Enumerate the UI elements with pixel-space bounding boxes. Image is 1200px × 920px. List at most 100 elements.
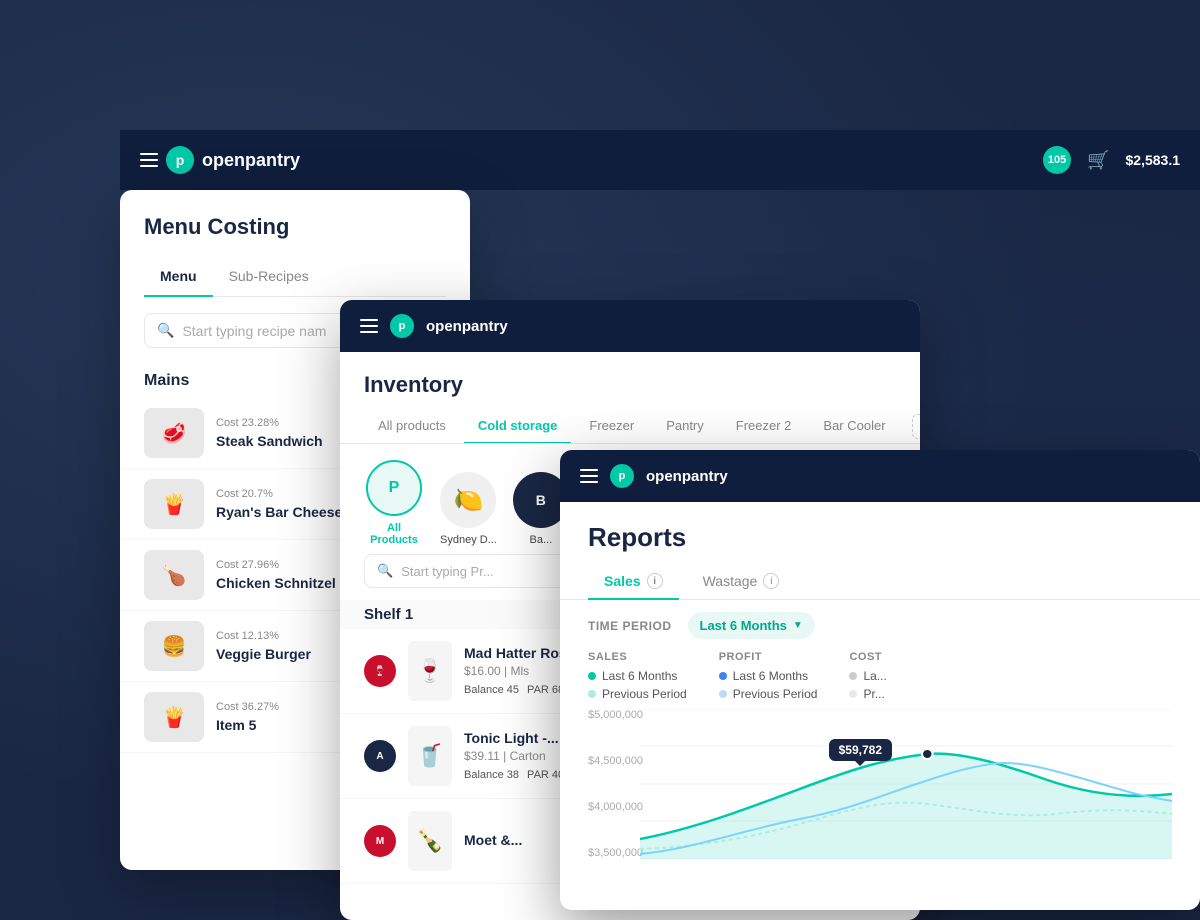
legend-dot-gray-light [849, 690, 857, 698]
menu-item-image: 🍔 [144, 621, 204, 671]
y-label: $5,000,000 [588, 709, 643, 721]
food-emoji: 🍟 [144, 479, 204, 529]
legend-item: Previous Period [719, 687, 818, 701]
legend-dot-teal-light [588, 690, 596, 698]
food-emoji: 🥩 [144, 408, 204, 458]
sales-info-icon[interactable]: i [647, 573, 663, 589]
search-icon: 🔍 [157, 322, 174, 339]
inv-par: PAR 68 [527, 684, 564, 696]
wastage-info-icon[interactable]: i [763, 573, 779, 589]
menu-item-image: 🍗 [144, 550, 204, 600]
menu-costing-title: Menu Costing [144, 214, 446, 240]
menu-item-image: 🍟 [144, 479, 204, 529]
reports-panel: p openpantry Reports Sales i Wastage i T… [560, 450, 1200, 910]
rep-logo-text: openpantry [646, 468, 728, 485]
menu-item-image: 🍟 [144, 692, 204, 742]
legend-item: Previous Period [588, 687, 687, 701]
legend-item: Pr... [849, 687, 886, 701]
legend-label: Previous Period [733, 687, 818, 701]
inv-tab-cold-storage[interactable]: Cold storage [464, 410, 571, 443]
legend-cost-title: COST [849, 651, 886, 663]
legend-sales-title: SALES [588, 651, 687, 663]
inv-tab-freezer[interactable]: Freezer [575, 410, 648, 443]
legend-label: Last 6 Months [733, 669, 808, 683]
legend-dot-teal [588, 672, 596, 680]
legend-label: Last 6 Months [602, 669, 677, 683]
nav-right: 105 🛒 $2,583.1 [1043, 146, 1180, 174]
legend-label: Previous Period [602, 687, 687, 701]
y-label: $4,000,000 [588, 801, 643, 813]
menu-costing-tabs: Menu Sub-Recipes [144, 260, 446, 297]
inventory-tabs: All products Cold storage Freezer Pantry… [340, 410, 920, 444]
legend-cost: COST La... Pr... [849, 651, 886, 701]
inv-tab-freezer2[interactable]: Freezer 2 [722, 410, 806, 443]
inv-par: PAR 40 [527, 769, 564, 781]
time-period-label: TIME PERIOD [588, 619, 672, 633]
legend-profit: PROFIT Last 6 Months Previous Period [719, 651, 818, 701]
inv-item-image: 🍷 [408, 641, 452, 701]
inv-balance: Balance 45 [464, 684, 519, 696]
reports-navbar: p openpantry [560, 450, 1200, 502]
hamburger-menu[interactable] [140, 153, 158, 167]
legend-dot-gray [849, 672, 857, 680]
inv-search-icon: 🔍 [377, 563, 393, 579]
nav-logo: p openpantry [140, 146, 300, 174]
tab-sub-recipes[interactable]: Sub-Recipes [213, 260, 325, 296]
legend-profit-title: PROFIT [719, 651, 818, 663]
logo-text: openpantry [202, 150, 300, 171]
rep-tab-wastage[interactable]: Wastage i [687, 565, 796, 599]
reports-legend: SALES Last 6 Months Previous Period PROF… [560, 651, 1200, 709]
legend-item: La... [849, 669, 886, 683]
inv-hamburger[interactable] [360, 319, 378, 333]
legend-label: La... [863, 669, 886, 683]
inv-logo-text: openpantry [426, 318, 508, 335]
cart-icon[interactable]: 🛒 [1087, 150, 1109, 171]
product-all[interactable]: P All Products [364, 460, 424, 546]
product-all-label: All Products [364, 522, 424, 546]
menu-item-image: 🥩 [144, 408, 204, 458]
y-label: $3,500,000 [588, 847, 643, 859]
product-all-icon: P [366, 460, 422, 516]
inv-tab-add-location[interactable]: + Add New Location [912, 414, 920, 439]
product-sydney-icon: 🍋 [440, 472, 496, 528]
reports-title: Reports [560, 502, 1200, 553]
inv-tab-bar-cooler[interactable]: Bar Cooler [809, 410, 899, 443]
chart-svg: $59,782 [640, 709, 1172, 859]
logo-icon: p [166, 146, 194, 174]
time-period-dropdown[interactable]: Last 6 Months ▼ [688, 612, 815, 639]
nav-badge[interactable]: 105 [1043, 146, 1071, 174]
legend-dot-blue-light [719, 690, 727, 698]
inv-tab-all-products[interactable]: All products [364, 410, 460, 443]
legend-sales: SALES Last 6 Months Previous Period [588, 651, 687, 701]
product-sydney-label: Sydney D... [440, 534, 497, 546]
reports-controls: TIME PERIOD Last 6 Months ▼ [560, 600, 1200, 651]
food-emoji: 🍟 [144, 692, 204, 742]
tab-menu[interactable]: Menu [144, 260, 213, 296]
inv-logo-icon: p [390, 314, 414, 338]
inv-brand-icon: M [364, 825, 396, 857]
rep-tab-sales[interactable]: Sales i [588, 565, 679, 599]
inv-item-image: 🥤 [408, 726, 452, 786]
food-emoji: 🍗 [144, 550, 204, 600]
product-ba-label: Ba... [530, 534, 553, 546]
inv-brand-icon: 🍷 [364, 655, 396, 687]
legend-item: Last 6 Months [719, 669, 818, 683]
sales-chart: $5,000,000 $4,500,000 $4,000,000 $3,500,… [560, 709, 1200, 889]
rep-hamburger[interactable] [580, 469, 598, 483]
legend-label: Pr... [863, 687, 884, 701]
legend-dot-blue [719, 672, 727, 680]
chart-tooltip: $59,782 [829, 739, 892, 761]
inv-balance: Balance 38 [464, 769, 519, 781]
inv-item-image: 🍾 [408, 811, 452, 871]
nav-price: $2,583.1 [1126, 152, 1181, 168]
y-label: $4,500,000 [588, 755, 643, 767]
recipe-search-placeholder: Start typing recipe nam [182, 323, 326, 339]
legend-item: Last 6 Months [588, 669, 687, 683]
chevron-down-icon: ▼ [793, 620, 803, 631]
food-emoji: 🍔 [144, 621, 204, 671]
product-sydney[interactable]: 🍋 Sydney D... [440, 472, 497, 546]
inventory-title: Inventory [340, 352, 920, 398]
reports-tabs: Sales i Wastage i [560, 553, 1200, 600]
inv-search-placeholder: Start typing Pr... [401, 564, 494, 579]
inv-tab-pantry[interactable]: Pantry [652, 410, 718, 443]
